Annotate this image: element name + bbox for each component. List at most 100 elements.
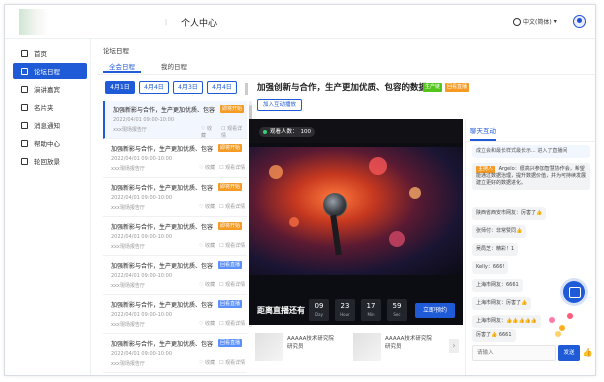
list-item[interactable]: 加强新影与合作，生产更加优质、包容 即将开始 2022/04/01 09:00-… [103, 101, 247, 139]
list-item[interactable]: 加强新影与合作，生产更加优质、包容 即将开始 2022/04/01 09:00-… [103, 179, 247, 217]
item-title: 加强新影与合作，生产更加优质、包容 [111, 185, 213, 192]
countdown-number: 59 [392, 302, 402, 310]
collect-button[interactable]: ♡ 收藏 [199, 359, 215, 366]
tab-all-schedule[interactable]: 全会日程 [103, 57, 141, 73]
host-badge: 主持人 [476, 166, 496, 173]
list-item[interactable]: 加强新影与合作，生产更加优质、包容 即将开始 2022/04/01 09:00-… [103, 140, 247, 178]
customer-service-button[interactable] [563, 281, 585, 303]
title-separator: | [165, 19, 168, 26]
list-item[interactable]: 加强新影与合作，生产更加优质、包容 即将开始 2022/04/01 09:00-… [103, 218, 247, 256]
status-badge: 即将开始 [218, 183, 243, 191]
countdown-number: 23 [340, 302, 350, 310]
heart-icon [555, 331, 561, 337]
chat-input[interactable] [473, 346, 555, 360]
collect-button[interactable]: ♡ 收藏 [199, 281, 215, 288]
sidebar: 首页 论坛日程 演讲嘉宾 名片夹 消息通知 帮助中心 轮回放景 [5, 39, 91, 375]
sidebar-item-speakers[interactable]: 演讲嘉宾 [13, 81, 87, 97]
item-title: 加强新影与合作，生产更加优质、包容 [111, 224, 213, 231]
item-actions: ♡ 收藏 ☐ 观看详情 [199, 359, 245, 366]
sidebar-item-label: 帮助中心 [34, 140, 60, 148]
date-tab[interactable]: 4月1日 [105, 81, 135, 94]
item-actions: ♡ 收藏 ☐ 观看详情 [201, 125, 247, 139]
status-badge: 回看直播 [218, 339, 243, 347]
organizer-thumbnail [353, 333, 381, 361]
sidebar-item-label: 消息通知 [34, 122, 60, 130]
date-tabs: 4月1日 4月4日 4月3日 4月4日 [105, 81, 237, 94]
detail-button[interactable]: ☐ 观看详情 [219, 203, 245, 210]
organizer-role: 研究员 [287, 344, 304, 350]
main-tabs: 全会日程 我的日程 [103, 57, 193, 73]
bell-icon [21, 121, 28, 129]
detail-button[interactable]: ☐ 观看详情 [219, 281, 245, 288]
countdown-unit: Hour [340, 312, 350, 317]
divider [97, 74, 595, 75]
like-button[interactable]: 👍 [582, 347, 593, 359]
heart-icon [549, 317, 555, 323]
date-scroll-handle[interactable] [245, 83, 248, 95]
language-switch[interactable]: 中文(简体) ▾ [513, 17, 557, 26]
organizer-info: AAAAA技术研究院 研究员 [385, 335, 432, 351]
detail-button[interactable]: ☐ 观看详情 [221, 125, 247, 139]
chat-message: 成立会和最长样式最长示... 进入了直播间 [472, 145, 590, 158]
item-title: 加强新影与合作，生产更加优质、包容 [111, 146, 213, 153]
chat-message: 陕西省西安市网友：厉害了👍 [472, 207, 547, 220]
sidebar-item-label: 轮回放景 [34, 158, 60, 166]
organizer-strip: AAAAA技术研究院 研究员 AAAAA技术研究院 研究员 › [249, 327, 463, 375]
help-icon [21, 139, 28, 147]
chat-message: 主持人 Argelo：很高兴参加智慧协作会，希望能通过数据治理，提升数据价值，并… [472, 163, 590, 190]
video-header: 观看人数： 100 [249, 119, 463, 143]
chat-title: 聊天互动 [470, 125, 496, 141]
item-time: 2022/04/01 09:00-10:00 [111, 312, 173, 318]
countdown-days: 09 Day [309, 299, 329, 321]
chat-message: 吴局芝：精彩！1 [472, 243, 519, 256]
detail-button[interactable]: ☐ 观看详情 [219, 320, 245, 327]
book-now-button[interactable]: 立即预约 [415, 303, 455, 318]
collect-button[interactable]: ♡ 收藏 [199, 203, 215, 210]
date-tab[interactable]: 4月4日 [139, 81, 169, 94]
viewer-count: 观看人数： 100 [259, 127, 316, 137]
item-title: 加强新影与合作，生产更加优质、包容 [111, 302, 213, 309]
tab-my-schedule[interactable]: 我的日程 [155, 57, 193, 73]
top-bar: | 个人中心 中文(简体) ▾ [5, 5, 595, 39]
item-time: 2022/04/01 09:00-10:00 [111, 273, 173, 279]
item-title: 加强新影与合作，生产更加优质、包容 [111, 341, 213, 348]
chevron-right-icon[interactable]: › [449, 339, 459, 353]
list-item[interactable]: 加强新影与合作，生产更加优质、包容 回看直播 2022/04/01 09:00-… [103, 257, 247, 295]
sidebar-item-notifications[interactable]: 消息通知 [13, 117, 87, 133]
message-text: 厉害了👍 6661 [476, 332, 512, 338]
chat-panel: 聊天互动 成立会和最长样式最长示... 进入了直播间 主持人 Argelo：很高… [465, 119, 595, 375]
status-badge: 回看直播 [218, 261, 243, 269]
organizer-card[interactable]: AAAAA技术研究院 研究员 [353, 333, 449, 363]
collect-button[interactable]: ♡ 收藏 [199, 320, 215, 327]
organizer-name: AAAAA技术研究院 [385, 336, 432, 342]
sidebar-item-help[interactable]: 帮助中心 [13, 135, 87, 151]
language-label: 中文(简体) [523, 19, 552, 26]
calendar-icon [21, 67, 28, 75]
detail-button[interactable]: ☐ 观看详情 [219, 164, 245, 171]
join-interactive-button[interactable]: 加入互动播放 [257, 99, 303, 111]
sidebar-item-label: 论坛日程 [34, 68, 60, 76]
detail-button[interactable]: ☐ 观看详情 [219, 242, 245, 249]
sidebar-item-home[interactable]: 首页 [13, 45, 87, 61]
detail-button[interactable]: ☐ 观看详情 [219, 359, 245, 366]
sidebar-item-cards[interactable]: 名片夹 [13, 99, 87, 115]
collect-button[interactable]: ♡ 收藏 [201, 125, 217, 139]
send-button[interactable]: 发送 [558, 345, 580, 361]
light-bokeh [389, 231, 405, 247]
collect-button[interactable]: ♡ 收藏 [199, 242, 215, 249]
heart-icon [567, 313, 573, 319]
microphone-stand [330, 214, 342, 256]
collect-button[interactable]: ♡ 收藏 [199, 164, 215, 171]
list-item[interactable]: 加强新影与合作，生产更加优质、包容 回看直播 2022/04/01 09:00-… [103, 296, 247, 334]
date-tab[interactable]: 4月3日 [173, 81, 203, 94]
sidebar-item-schedule[interactable]: 论坛日程 [13, 63, 87, 79]
date-tab[interactable]: 4月4日 [207, 81, 237, 94]
video-player[interactable]: 观看人数： 100 距离直播还有 09 Day 23 Hour 17 Min 5 [249, 119, 463, 325]
avatar[interactable] [573, 15, 586, 28]
countdown-label: 距离直播还有 [257, 306, 305, 315]
organizer-name: AAAAA技术研究院 [287, 336, 334, 342]
heart-icon [559, 325, 565, 331]
organizer-card[interactable]: AAAAA技术研究院 研究员 [255, 333, 351, 363]
sidebar-item-replay[interactable]: 轮回放景 [13, 153, 87, 169]
list-item[interactable]: 加强新影与合作，生产更加优质、包容 回看直播 2022/04/01 09:00-… [103, 335, 247, 373]
